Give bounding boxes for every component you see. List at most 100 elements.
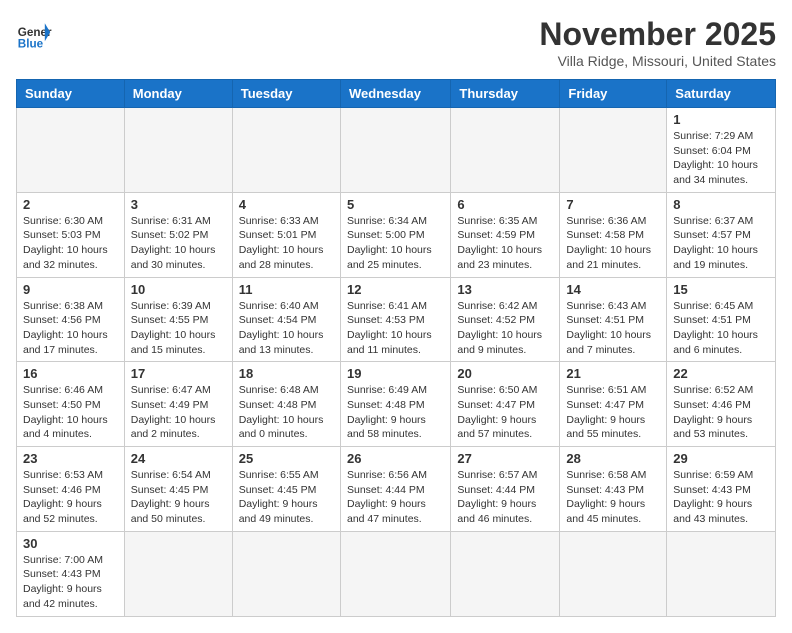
svg-text:Blue: Blue [18, 38, 44, 51]
calendar-day-cell: 4 Sunrise: 6:33 AM Sunset: 5:01 PM Daylig… [232, 192, 340, 277]
day-number: 15 [673, 282, 769, 297]
day-info: Sunrise: 6:43 AM Sunset: 4:51 PM Dayligh… [566, 299, 660, 358]
calendar-day-cell: 6Sunrise: 6:35 AM Sunset: 4:59 PM Daylig… [451, 192, 560, 277]
day-info: Sunrise: 6:45 AM Sunset: 4:51 PM Dayligh… [673, 299, 769, 358]
calendar-week-row: 30 Sunrise: 7:00 AM Sunset: 4:43 PM Dayli… [17, 531, 776, 616]
location-title: Villa Ridge, Missouri, United States [539, 53, 776, 69]
day-number: 8 [673, 197, 769, 212]
day-number: 28 [566, 451, 660, 466]
calendar-header-thursday: Thursday [451, 80, 560, 108]
calendar-day-cell [340, 108, 450, 193]
calendar-day-cell: 19Sunrise: 6:49 AM Sunset: 4:48 PM Dayli… [340, 362, 450, 447]
month-title: November 2025 [539, 16, 776, 53]
day-info: Sunrise: 6:51 AM Sunset: 4:47 PM Dayligh… [566, 383, 660, 442]
calendar-day-cell: 14 Sunrise: 6:43 AM Sunset: 4:51 PM Dayli… [560, 277, 667, 362]
day-number: 30 [23, 536, 118, 551]
day-info: Sunrise: 6:47 AM Sunset: 4:49 PM Dayligh… [131, 383, 226, 442]
calendar-week-row: 23 Sunrise: 6:53 AM Sunset: 4:46 PM Dayli… [17, 447, 776, 532]
calendar-day-cell: 8 Sunrise: 6:37 AM Sunset: 4:57 PM Daylig… [667, 192, 776, 277]
day-info: Sunrise: 6:40 AM Sunset: 4:54 PM Dayligh… [239, 299, 334, 358]
day-info: Sunrise: 6:31 AM Sunset: 5:02 PM Dayligh… [131, 214, 226, 273]
calendar-day-cell [17, 108, 125, 193]
calendar-header-tuesday: Tuesday [232, 80, 340, 108]
calendar-day-cell [232, 531, 340, 616]
day-number: 3 [131, 197, 226, 212]
day-info: Sunrise: 6:36 AM Sunset: 4:58 PM Dayligh… [566, 214, 660, 273]
day-number: 20 [457, 366, 553, 381]
calendar-week-row: 16 Sunrise: 6:46 AM Sunset: 4:50 PM Dayli… [17, 362, 776, 447]
day-number: 11 [239, 282, 334, 297]
calendar-day-cell: 3 Sunrise: 6:31 AM Sunset: 5:02 PM Daylig… [124, 192, 232, 277]
calendar-day-cell: 11 Sunrise: 6:40 AM Sunset: 4:54 PM Dayli… [232, 277, 340, 362]
logo-icon: General Blue [16, 16, 52, 52]
day-info: Sunrise: 6:59 AM Sunset: 4:43 PM Dayligh… [673, 468, 769, 527]
calendar-day-cell: 1 Sunrise: 7:29 AM Sunset: 6:04 PM Daylig… [667, 108, 776, 193]
day-number: 6 [457, 197, 553, 212]
calendar-day-cell [451, 531, 560, 616]
day-info: Sunrise: 6:58 AM Sunset: 4:43 PM Dayligh… [566, 468, 660, 527]
day-number: 25 [239, 451, 334, 466]
day-number: 10 [131, 282, 226, 297]
calendar-day-cell [560, 531, 667, 616]
calendar-day-cell [667, 531, 776, 616]
calendar-header-sunday: Sunday [17, 80, 125, 108]
calendar-week-row: 9Sunrise: 6:38 AM Sunset: 4:56 PM Daylig… [17, 277, 776, 362]
day-info: Sunrise: 7:00 AM Sunset: 4:43 PM Dayligh… [23, 553, 118, 612]
logo: General Blue [16, 16, 52, 52]
day-number: 1 [673, 112, 769, 127]
calendar-day-cell: 26Sunrise: 6:56 AM Sunset: 4:44 PM Dayli… [340, 447, 450, 532]
day-info: Sunrise: 6:37 AM Sunset: 4:57 PM Dayligh… [673, 214, 769, 273]
day-info: Sunrise: 6:34 AM Sunset: 5:00 PM Dayligh… [347, 214, 444, 273]
day-info: Sunrise: 6:46 AM Sunset: 4:50 PM Dayligh… [23, 383, 118, 442]
day-number: 12 [347, 282, 444, 297]
day-number: 17 [131, 366, 226, 381]
day-info: Sunrise: 6:57 AM Sunset: 4:44 PM Dayligh… [457, 468, 553, 527]
calendar-header-friday: Friday [560, 80, 667, 108]
day-number: 16 [23, 366, 118, 381]
calendar-day-cell: 13Sunrise: 6:42 AM Sunset: 4:52 PM Dayli… [451, 277, 560, 362]
day-info: Sunrise: 6:42 AM Sunset: 4:52 PM Dayligh… [457, 299, 553, 358]
day-info: Sunrise: 6:52 AM Sunset: 4:46 PM Dayligh… [673, 383, 769, 442]
calendar-day-cell: 9Sunrise: 6:38 AM Sunset: 4:56 PM Daylig… [17, 277, 125, 362]
calendar-day-cell: 15 Sunrise: 6:45 AM Sunset: 4:51 PM Dayli… [667, 277, 776, 362]
calendar-day-cell: 10Sunrise: 6:39 AM Sunset: 4:55 PM Dayli… [124, 277, 232, 362]
calendar-header-saturday: Saturday [667, 80, 776, 108]
calendar-day-cell: 24Sunrise: 6:54 AM Sunset: 4:45 PM Dayli… [124, 447, 232, 532]
calendar-day-cell: 30 Sunrise: 7:00 AM Sunset: 4:43 PM Dayli… [17, 531, 125, 616]
page-header: General Blue November 2025 Villa Ridge, … [16, 16, 776, 69]
day-info: Sunrise: 6:48 AM Sunset: 4:48 PM Dayligh… [239, 383, 334, 442]
calendar-day-cell [340, 531, 450, 616]
day-info: Sunrise: 6:55 AM Sunset: 4:45 PM Dayligh… [239, 468, 334, 527]
day-info: Sunrise: 6:41 AM Sunset: 4:53 PM Dayligh… [347, 299, 444, 358]
day-info: Sunrise: 6:49 AM Sunset: 4:48 PM Dayligh… [347, 383, 444, 442]
day-number: 18 [239, 366, 334, 381]
calendar-header-wednesday: Wednesday [340, 80, 450, 108]
calendar-day-cell [451, 108, 560, 193]
day-number: 27 [457, 451, 553, 466]
calendar-day-cell [124, 108, 232, 193]
calendar-day-cell [560, 108, 667, 193]
day-info: Sunrise: 6:53 AM Sunset: 4:46 PM Dayligh… [23, 468, 118, 527]
calendar-day-cell [124, 531, 232, 616]
day-number: 23 [23, 451, 118, 466]
calendar-day-cell: 7Sunrise: 6:36 AM Sunset: 4:58 PM Daylig… [560, 192, 667, 277]
day-info: Sunrise: 6:54 AM Sunset: 4:45 PM Dayligh… [131, 468, 226, 527]
day-info: Sunrise: 7:29 AM Sunset: 6:04 PM Dayligh… [673, 129, 769, 188]
day-info: Sunrise: 6:50 AM Sunset: 4:47 PM Dayligh… [457, 383, 553, 442]
calendar-day-cell: 18 Sunrise: 6:48 AM Sunset: 4:48 PM Dayli… [232, 362, 340, 447]
day-number: 22 [673, 366, 769, 381]
calendar-week-row: 2Sunrise: 6:30 AM Sunset: 5:03 PM Daylig… [17, 192, 776, 277]
title-block: November 2025 Villa Ridge, Missouri, Uni… [539, 16, 776, 69]
calendar-day-cell: 17 Sunrise: 6:47 AM Sunset: 4:49 PM Dayli… [124, 362, 232, 447]
day-number: 4 [239, 197, 334, 212]
day-info: Sunrise: 6:30 AM Sunset: 5:03 PM Dayligh… [23, 214, 118, 273]
calendar-day-cell: 2Sunrise: 6:30 AM Sunset: 5:03 PM Daylig… [17, 192, 125, 277]
calendar-day-cell: 16 Sunrise: 6:46 AM Sunset: 4:50 PM Dayli… [17, 362, 125, 447]
calendar-day-cell: 12 Sunrise: 6:41 AM Sunset: 4:53 PM Dayli… [340, 277, 450, 362]
calendar-week-row: 1 Sunrise: 7:29 AM Sunset: 6:04 PM Daylig… [17, 108, 776, 193]
day-number: 14 [566, 282, 660, 297]
calendar-day-cell: 20 Sunrise: 6:50 AM Sunset: 4:47 PM Dayli… [451, 362, 560, 447]
day-info: Sunrise: 6:33 AM Sunset: 5:01 PM Dayligh… [239, 214, 334, 273]
calendar-day-cell: 23 Sunrise: 6:53 AM Sunset: 4:46 PM Dayli… [17, 447, 125, 532]
calendar-table: SundayMondayTuesdayWednesdayThursdayFrid… [16, 79, 776, 617]
